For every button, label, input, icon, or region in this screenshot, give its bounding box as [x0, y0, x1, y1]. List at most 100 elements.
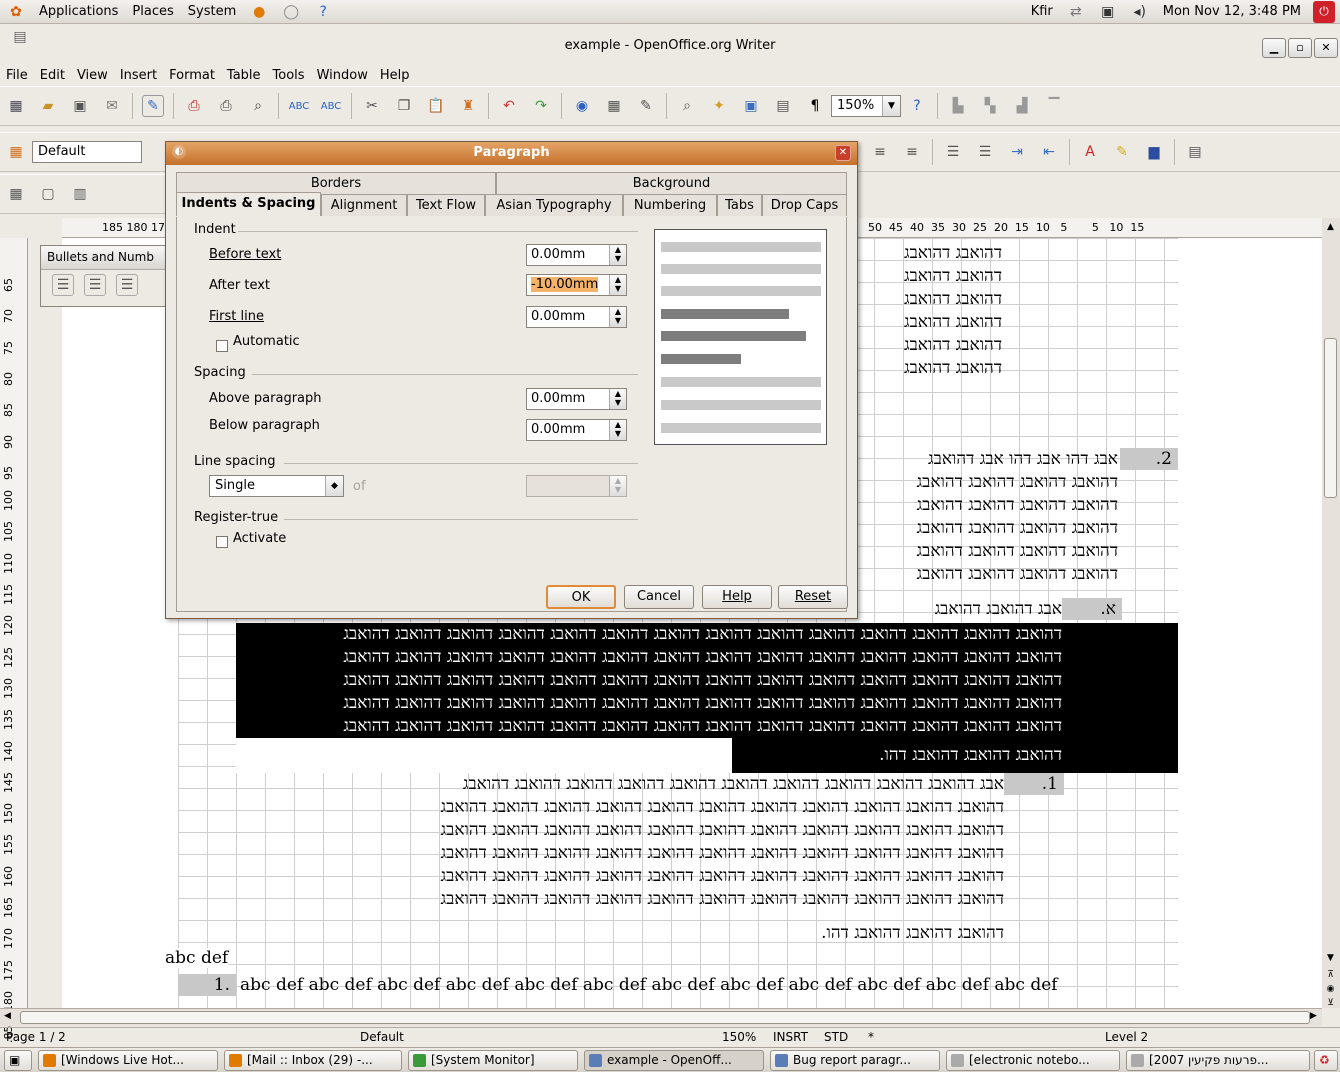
menu-edit[interactable]: Edit	[34, 68, 71, 83]
tab-text-flow[interactable]: Text Flow	[407, 194, 485, 216]
find-icon[interactable]: ⌕	[676, 95, 698, 117]
save-icon[interactable]: ▣	[69, 95, 91, 117]
help-button[interactable]: Help	[702, 585, 772, 609]
tab-drop-caps[interactable]: Drop Caps	[762, 194, 847, 216]
vertical-scrollbar[interactable]: ▲ ▼ ⊼ ◉ ⊻	[1322, 218, 1340, 1008]
status-style[interactable]: Default	[360, 1030, 404, 1044]
menu-help[interactable]: Help	[374, 68, 416, 83]
align-right-icon[interactable]: ▟	[1011, 95, 1033, 117]
paste-icon[interactable]: 📋	[425, 95, 447, 117]
clone-format-icon[interactable]: ♜	[457, 95, 479, 117]
task-bug-report[interactable]: Bug report paragr...	[770, 1050, 940, 1071]
trash-icon[interactable]: ♻	[1314, 1050, 1338, 1071]
help-toolbar-icon[interactable]: ?	[906, 95, 928, 117]
next-page-icon[interactable]: ⊻	[1324, 998, 1337, 1008]
menu-format[interactable]: Format	[163, 68, 221, 83]
scroll-down-icon[interactable]: ▼	[1324, 953, 1337, 967]
firefox-icon[interactable]: ●	[248, 1, 270, 23]
task-hebrew-document[interactable]: [פרעות פקיעין 2007...	[1126, 1050, 1310, 1071]
menu-table[interactable]: Table	[221, 68, 267, 83]
menu-places[interactable]: Places	[125, 4, 180, 19]
clock[interactable]: Mon Nov 12, 3:48 PM	[1156, 4, 1308, 19]
dialog-close-icon[interactable]: ✕	[835, 145, 851, 161]
hyperlink-icon[interactable]: ◉	[571, 95, 593, 117]
menu-view[interactable]: View	[71, 68, 114, 83]
menu-insert[interactable]: Insert	[114, 68, 163, 83]
borders-icon[interactable]: ▢	[37, 183, 59, 205]
align-top-icon[interactable]: ▔	[1043, 95, 1065, 117]
tab-asian-typography[interactable]: Asian Typography	[485, 194, 623, 216]
copy-icon[interactable]: ❐	[393, 95, 415, 117]
undo-icon[interactable]: ↶	[498, 95, 520, 117]
network-icon[interactable]: ⇄	[1065, 1, 1087, 23]
align-justify-icon[interactable]: ≡	[869, 141, 891, 163]
sidebar-icon[interactable]: ▤	[1184, 141, 1206, 163]
automatic-checkbox[interactable]	[216, 340, 228, 352]
ok-button[interactable]: OK	[546, 585, 616, 609]
horizontal-scrollbar[interactable]: ◀ ▶	[0, 1008, 1322, 1026]
redo-icon[interactable]: ↷	[530, 95, 552, 117]
font-color-icon[interactable]: A	[1079, 141, 1101, 163]
reset-button[interactable]: Reset	[778, 585, 848, 609]
menu-tools[interactable]: Tools	[267, 68, 311, 83]
cancel-button[interactable]: Cancel	[624, 585, 694, 609]
cut-icon[interactable]: ✂	[361, 95, 383, 117]
close-window-button[interactable]: ✕	[1314, 38, 1338, 58]
task-mail[interactable]: [Mail :: Inbox (29) -...	[224, 1050, 402, 1071]
paragraph-style-combo[interactable]: Default	[32, 141, 142, 163]
gnome-foot-icon[interactable]: ✿	[5, 1, 27, 23]
new-document-icon[interactable]: ▦	[5, 95, 27, 117]
tab-indents-spacing[interactable]: Indents & Spacing	[176, 192, 321, 216]
help-icon[interactable]: ?	[312, 1, 334, 23]
status-modified[interactable]: *	[868, 1030, 874, 1044]
menu-file[interactable]: File	[0, 68, 34, 83]
decrease-indent-icon[interactable]: ⇤	[1038, 141, 1060, 163]
task-windows-live[interactable]: [Windows Live Hot...	[38, 1050, 218, 1071]
menu-window[interactable]: Window	[311, 68, 374, 83]
below-paragraph-input[interactable]: 0.00mm ▲ ▼	[526, 419, 627, 441]
export-pdf-icon[interactable]: ⎙	[183, 95, 205, 117]
power-icon[interactable]: ⏻	[1313, 0, 1335, 23]
align-right-text-icon[interactable]: ≡	[901, 141, 923, 163]
activate-checkbox[interactable]	[216, 536, 228, 548]
volume-icon[interactable]: ◂)	[1129, 1, 1151, 23]
first-line-input[interactable]: 0.00mm ▲ ▼	[526, 306, 627, 328]
status-page[interactable]: Page 1 / 2	[6, 1030, 66, 1044]
user-name[interactable]: Kfir	[1024, 4, 1060, 19]
line-spacing-value-input[interactable]: ▲ ▼	[526, 475, 627, 497]
navigation-icon[interactable]: ◉	[1324, 984, 1337, 996]
menu-applications[interactable]: Applications	[32, 4, 125, 19]
before-text-input[interactable]: 0.00mm ▲ ▼	[526, 244, 627, 266]
scroll-up-icon[interactable]: ▲	[1324, 222, 1337, 236]
status-insert-mode[interactable]: INSRT	[773, 1030, 808, 1044]
maximize-button[interactable]: ▫	[1288, 38, 1312, 58]
datasources-icon[interactable]: ▤	[772, 95, 794, 117]
minimize-button[interactable]: ▁	[1262, 38, 1286, 58]
autospellcheck-icon[interactable]: ABC	[320, 95, 342, 117]
print-icon[interactable]: ⎙	[215, 95, 237, 117]
gallery-icon[interactable]: ▣	[740, 95, 762, 117]
move-down-icon[interactable]: ☰	[116, 274, 138, 296]
email-icon[interactable]: ✉	[101, 95, 123, 117]
scroll-right-icon[interactable]: ▶	[1310, 1011, 1317, 1021]
bullets-icon[interactable]: ☰	[974, 141, 996, 163]
above-paragraph-input[interactable]: 0.00mm ▲ ▼	[526, 388, 627, 410]
tab-borders[interactable]: Borders	[176, 172, 496, 194]
tab-numbering[interactable]: Numbering	[623, 194, 717, 216]
bullets-numbering-toolbar[interactable]: Bullets and Numb ☰ ☰ ☰	[40, 245, 168, 307]
draw-icon[interactable]: ✎	[635, 95, 657, 117]
monitor-icon[interactable]: ▣	[1097, 1, 1119, 23]
formatting-marks-icon[interactable]: ¶	[804, 95, 826, 117]
line-spacing-select[interactable]: Single ◆	[209, 475, 344, 497]
zoom-combo[interactable]: 150% ▼	[831, 95, 901, 117]
open-icon[interactable]: ▰	[37, 95, 59, 117]
after-text-input[interactable]: -10.00mm ▲ ▼	[526, 274, 627, 296]
task-system-monitor[interactable]: [System Monitor]	[408, 1050, 578, 1071]
mail-icon[interactable]: ◯	[280, 1, 302, 23]
tab-background[interactable]: Background	[496, 172, 847, 194]
highlight-icon[interactable]: ✎	[1111, 141, 1133, 163]
vertical-scroll-thumb[interactable]	[1324, 338, 1337, 498]
spellcheck-icon[interactable]: ABC	[288, 95, 310, 117]
dialog-menu-icon[interactable]: ◐	[172, 145, 186, 159]
demote-icon[interactable]: ☰	[52, 274, 74, 296]
